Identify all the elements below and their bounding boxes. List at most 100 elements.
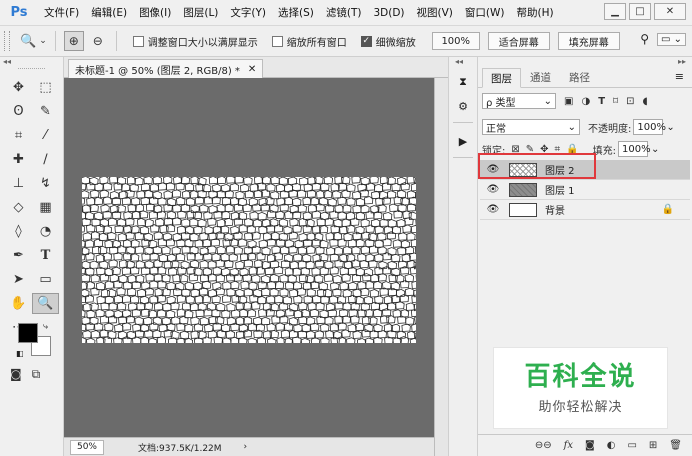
checkbox-checked[interactable]: ✓ <box>360 35 372 47</box>
zoom-out-button[interactable]: ⊖ <box>88 31 108 51</box>
menu-select[interactable]: 选择(S) <box>272 0 320 26</box>
resize-windows-checkbox[interactable]: 调整窗口大小以满屏显示 <box>132 34 258 49</box>
swap-colors-icon[interactable]: ⤷ <box>43 322 48 332</box>
rectangle-tool-icon[interactable]: ▭ <box>32 269 59 290</box>
path-select-icon[interactable]: ➤ <box>5 269 32 290</box>
blend-mode-select[interactable]: 正常 ⌄ <box>482 119 580 135</box>
add-mask-icon[interactable]: ◙ <box>585 440 595 451</box>
filter-kind-select[interactable]: ρ 类型 ⌄ <box>482 93 556 109</box>
opacity-field[interactable]: 100% <box>633 119 666 135</box>
lock-artboard-icon[interactable]: ⌗ <box>555 144 561 155</box>
clone-stamp-icon[interactable]: ⊥ <box>5 173 32 194</box>
smart-object-filter-icon[interactable]: ⊡ <box>626 96 634 107</box>
crop-tool-icon[interactable]: ⌗ <box>5 125 32 146</box>
close-button[interactable]: ✕ <box>654 3 686 20</box>
menu-edit[interactable]: 编辑(E) <box>85 0 133 26</box>
history-panel-icon[interactable]: ⧗ <box>452 72 474 92</box>
fit-screen-button[interactable]: 适合屏幕 <box>487 32 550 50</box>
document-tab[interactable]: 未标题-1 @ 50% (图层 2, RGB/8) * ✕ <box>68 59 264 78</box>
tab-layers[interactable]: 图层 <box>482 68 521 88</box>
menu-window[interactable]: 窗口(W) <box>459 0 511 26</box>
menu-help[interactable]: 帮助(H) <box>511 0 560 26</box>
blur-tool-icon[interactable]: ◊ <box>5 221 32 242</box>
zoom-all-windows-checkbox[interactable]: 缩放所有窗口 <box>271 34 347 49</box>
search-icon[interactable]: ⚲ <box>640 32 649 46</box>
lock-position-icon[interactable]: ✥ <box>540 144 548 155</box>
eyedropper-tool-icon[interactable]: ⁄ <box>32 125 59 146</box>
chevron-down-icon[interactable]: ⌄ <box>651 144 659 155</box>
menu-file[interactable]: 文件(F) <box>38 0 85 26</box>
options-grip[interactable] <box>4 31 10 51</box>
checkbox-box[interactable] <box>271 35 283 47</box>
pixel-filter-icon[interactable]: ▣ <box>564 96 573 107</box>
menu-3d[interactable]: 3D(D) <box>367 0 410 26</box>
close-tab-icon[interactable]: ✕ <box>248 64 256 75</box>
visibility-eye-icon[interactable]: 👁 <box>485 184 501 195</box>
gradient-tool-icon[interactable]: ▦ <box>32 197 59 218</box>
lock-transparent-icon[interactable]: ⊠ <box>511 144 519 155</box>
lock-all-icon[interactable]: 🔒 <box>566 144 578 155</box>
quick-select-tool-icon[interactable]: ✎ <box>32 101 59 122</box>
foreground-color[interactable] <box>18 323 38 343</box>
fill-screen-button[interactable]: 填充屏幕 <box>557 32 620 50</box>
marquee-tool-icon[interactable]: ⬚ <box>32 77 59 98</box>
dodge-tool-icon[interactable]: ◔ <box>32 221 59 242</box>
dock-collapse-arrows[interactable]: ◂◂ <box>449 57 477 68</box>
panel-collapse-arrows[interactable]: ◂◂ <box>0 57 63 68</box>
new-layer-icon[interactable]: ⊞ <box>649 440 657 451</box>
panel-menu-icon[interactable]: ≡ <box>675 70 684 83</box>
shape-filter-icon[interactable]: ⌑ <box>613 96 618 107</box>
vertical-scrollbar[interactable] <box>434 78 448 456</box>
actions-play-icon[interactable]: ▶ <box>452 131 474 151</box>
zoom-level-field[interactable]: 50% <box>70 439 104 455</box>
properties-panel-icon[interactable]: ⚙ <box>452 96 474 116</box>
fill-field[interactable]: 100% <box>618 141 651 157</box>
layer-row-layer-2[interactable]: 👁 图层 2 <box>480 160 690 180</box>
scrubby-zoom-checkbox[interactable]: ✓ 细微缩放 <box>360 34 416 49</box>
menu-filter[interactable]: 滤镜(T) <box>320 0 368 26</box>
chevron-down-icon[interactable]: ⌄ <box>666 122 674 133</box>
tool-preset-picker[interactable]: 🔍 ⌄ <box>20 34 47 49</box>
layer-thumbnail[interactable] <box>509 182 537 197</box>
layer-name[interactable]: 图层 1 <box>545 182 575 197</box>
layer-thumbnail[interactable] <box>509 162 537 177</box>
menu-type[interactable]: 文字(Y) <box>224 0 272 26</box>
move-tool-icon[interactable]: ✥ <box>5 77 32 98</box>
quick-mask-icon[interactable]: ◙ <box>10 367 22 382</box>
filter-toggle-icon[interactable]: ◖ <box>643 96 648 107</box>
menu-layer[interactable]: 图层(L) <box>177 0 224 26</box>
visibility-eye-icon[interactable]: 👁 <box>485 204 501 215</box>
hand-tool-icon[interactable]: ✋ <box>5 293 32 314</box>
eraser-tool-icon[interactable]: ◇ <box>5 197 32 218</box>
new-group-icon[interactable]: ▭ <box>627 440 636 451</box>
tab-paths[interactable]: 路径 <box>560 67 599 87</box>
zoom-in-button[interactable]: ⊕ <box>63 31 84 51</box>
maximize-button[interactable]: □ <box>629 3 651 20</box>
pen-tool-icon[interactable]: ✒ <box>5 245 32 266</box>
link-layers-icon[interactable]: ⊖⊖ <box>535 440 552 451</box>
adjustment-filter-icon[interactable]: ◑ <box>581 96 590 107</box>
delete-layer-icon[interactable]: 🗑 <box>669 440 682 451</box>
menu-view[interactable]: 视图(V) <box>411 0 459 26</box>
document-canvas[interactable] <box>82 177 416 343</box>
layer-row-background[interactable]: 👁 背景 🔒 <box>480 200 690 220</box>
visibility-eye-icon[interactable]: 👁 <box>485 164 501 175</box>
history-brush-icon[interactable]: ↯ <box>32 173 59 194</box>
layer-style-fx-icon[interactable]: fx <box>564 440 573 451</box>
adjustment-layer-icon[interactable]: ◐ <box>607 440 616 451</box>
checkbox-box[interactable] <box>132 35 144 47</box>
status-menu-arrow-icon[interactable]: › <box>244 442 248 452</box>
default-colors-icon[interactable]: ◧ <box>16 349 24 358</box>
zoom-tool-icon[interactable]: 🔍 <box>32 293 59 314</box>
layer-thumbnail[interactable] <box>509 202 537 217</box>
lasso-tool-icon[interactable]: ʘ <box>5 101 32 122</box>
lock-pixels-icon[interactable]: ✎ <box>526 144 534 155</box>
layer-name[interactable]: 背景 <box>545 202 565 217</box>
panel-expand-arrows[interactable]: ▸▸ <box>478 57 692 66</box>
brush-tool-icon[interactable]: ∕ <box>32 149 59 170</box>
menu-image[interactable]: 图像(I) <box>133 0 177 26</box>
minimize-button[interactable]: ▁ <box>604 3 626 20</box>
healing-brush-icon[interactable]: ✚ <box>5 149 32 170</box>
type-tool-icon[interactable]: T <box>32 245 59 266</box>
layer-row-layer-1[interactable]: 👁 图层 1 <box>480 180 690 200</box>
